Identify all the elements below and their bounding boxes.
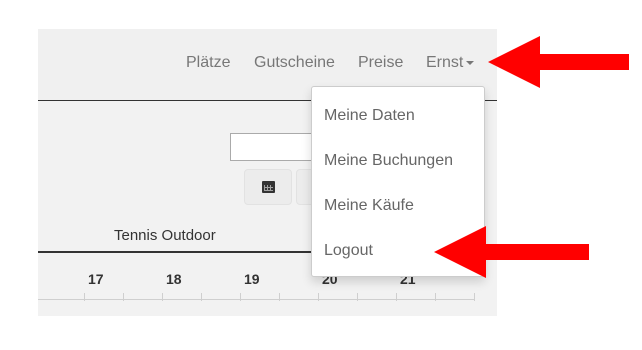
column-divider — [474, 293, 475, 301]
menu-item-meine-kaeufe[interactable]: Meine Käufe — [324, 197, 414, 215]
column-header: 17 — [88, 271, 104, 287]
column-header: 19 — [244, 271, 260, 287]
nav-link-preise[interactable]: Preise — [358, 54, 403, 72]
menu-item-meine-buchungen[interactable]: Meine Buchungen — [324, 152, 453, 170]
user-menu-toggle[interactable]: Ernst — [426, 54, 475, 72]
nav-link-gutscheine[interactable]: Gutscheine — [254, 54, 335, 72]
arrow-icon — [488, 36, 629, 88]
section-title: Tennis Outdoor — [114, 227, 216, 244]
column-divider — [279, 293, 280, 301]
column-divider — [318, 293, 319, 301]
user-menu-label: Ernst — [426, 54, 464, 71]
column-divider — [240, 293, 241, 301]
column-divider — [123, 293, 124, 301]
column-divider — [201, 293, 202, 301]
calendar-icon — [262, 181, 275, 193]
column-divider — [84, 293, 85, 301]
calendar-button[interactable] — [244, 169, 292, 205]
table-row-divider — [38, 299, 475, 300]
column-divider — [162, 293, 163, 301]
column-divider — [357, 293, 358, 301]
menu-item-meine-daten[interactable]: Meine Daten — [324, 107, 415, 125]
nav-link-plaetze[interactable]: Plätze — [186, 54, 230, 72]
column-divider — [396, 293, 397, 301]
column-divider — [435, 293, 436, 301]
caret-down-icon — [466, 60, 475, 65]
arrow-icon — [434, 226, 589, 278]
menu-item-logout[interactable]: Logout — [324, 242, 373, 260]
column-header: 18 — [166, 271, 182, 287]
